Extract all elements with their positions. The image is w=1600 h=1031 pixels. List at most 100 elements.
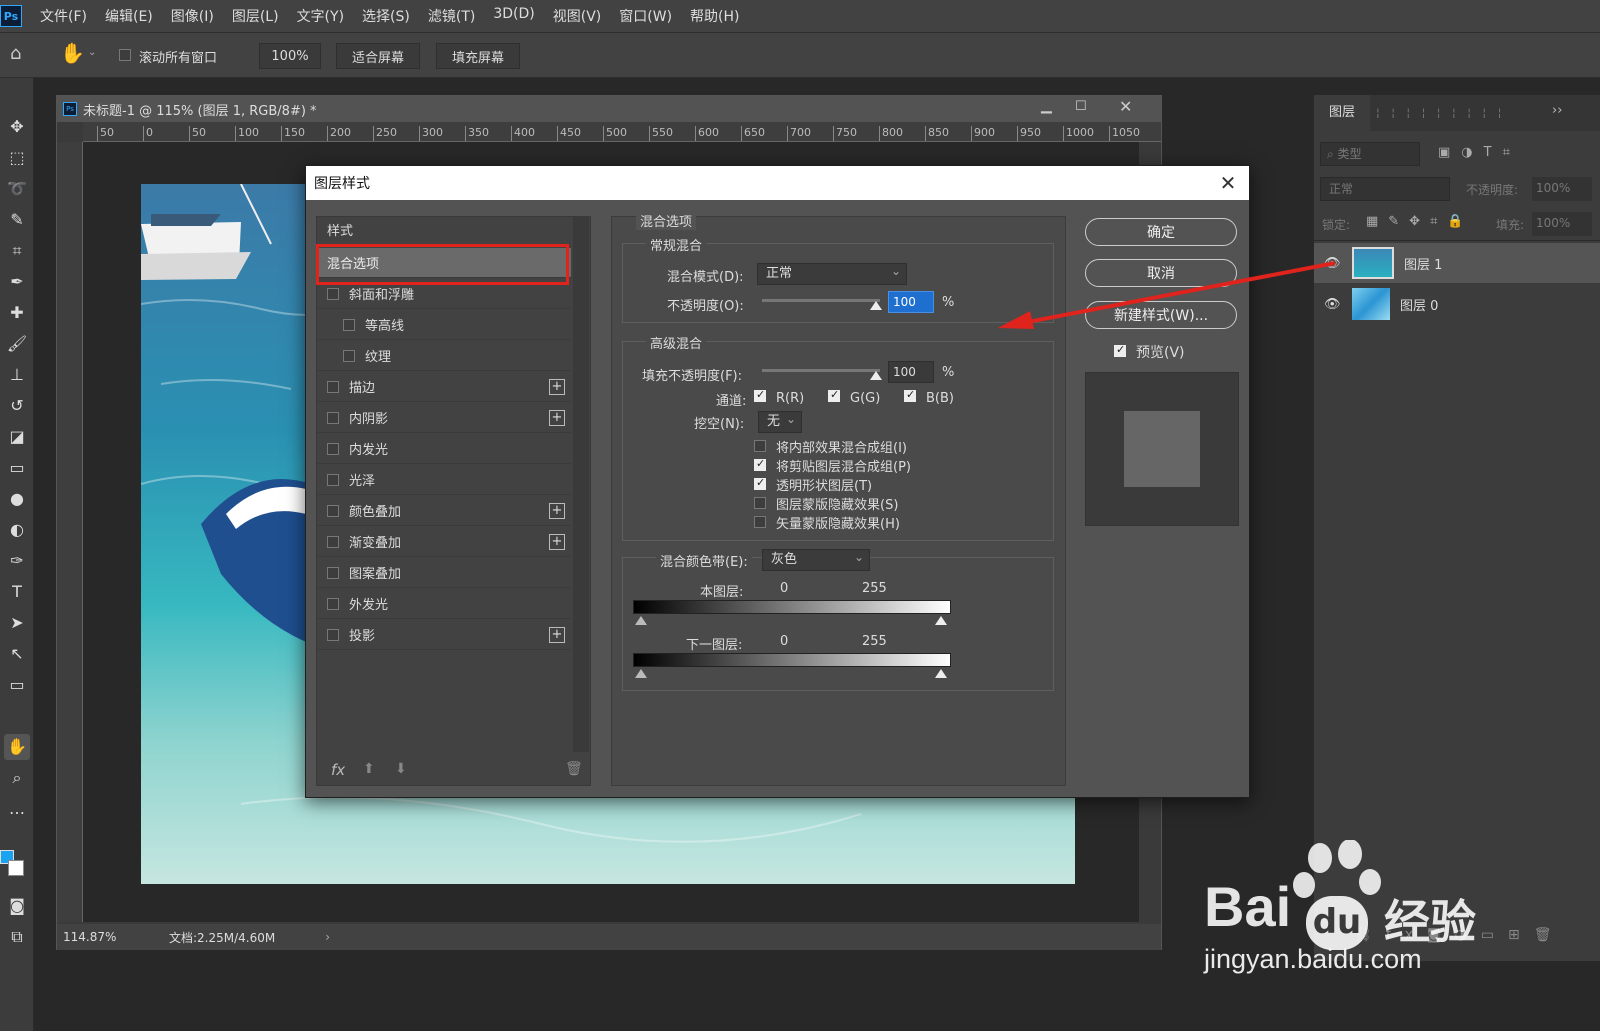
- scroll-all-checkbox[interactable]: [119, 49, 141, 65]
- advanced-option-checkbox[interactable]: 矢量蒙版隐藏效果(H): [754, 513, 900, 532]
- blur-tool-icon[interactable]: ●: [4, 486, 30, 512]
- layer-filter-icons[interactable]: ▣◑T⌗: [1438, 145, 1521, 160]
- more-tools-icon[interactable]: …: [4, 796, 30, 822]
- style-item[interactable]: 内阴影 +: [317, 403, 571, 433]
- hand-tool-icon[interactable]: ✋: [60, 41, 85, 65]
- style-checkbox[interactable]: [327, 380, 339, 393]
- eyedropper-tool-icon[interactable]: ✒: [4, 269, 30, 295]
- style-checkbox[interactable]: [343, 349, 355, 362]
- healing-tool-icon[interactable]: ✚: [4, 300, 30, 326]
- dodge-tool-icon[interactable]: ◐: [4, 517, 30, 543]
- menu-item[interactable]: 文件(F): [40, 6, 87, 26]
- fill-opacity-input[interactable]: 100: [888, 361, 934, 383]
- ok-button[interactable]: 确定: [1085, 218, 1237, 246]
- tab-layers[interactable]: 图层: [1314, 95, 1370, 131]
- status-zoom[interactable]: 114.87%: [63, 930, 163, 944]
- add-effect-icon[interactable]: +: [549, 533, 565, 550]
- menu-item[interactable]: 编辑(E): [105, 6, 153, 26]
- blend-mode-select[interactable]: 正常: [757, 261, 907, 285]
- layer-row-0[interactable]: 👁 图层 0: [1314, 284, 1600, 324]
- eraser-tool-icon[interactable]: ◪: [4, 424, 30, 450]
- zoom-tool-icon[interactable]: ⌕: [4, 765, 30, 791]
- background-color-swatch[interactable]: [8, 860, 24, 876]
- add-effect-icon[interactable]: +: [549, 409, 565, 426]
- style-item[interactable]: 渐变叠加 +: [317, 527, 571, 557]
- close-icon[interactable]: ✕: [1217, 172, 1239, 194]
- style-checkbox[interactable]: [327, 473, 339, 486]
- checkbox[interactable]: [754, 497, 766, 509]
- fx-button[interactable]: fx: [331, 761, 345, 779]
- style-item[interactable]: 颜色叠加 +: [317, 496, 571, 526]
- style-checkbox[interactable]: [327, 535, 339, 548]
- quick-mask-icon[interactable]: ◙: [4, 893, 30, 919]
- style-item[interactable]: 投影 +: [317, 620, 571, 650]
- style-checkbox[interactable]: [327, 566, 339, 579]
- add-effect-icon[interactable]: +: [549, 378, 565, 395]
- fill-opacity-slider-knob[interactable]: [870, 371, 882, 380]
- style-item[interactable]: 等高线: [317, 310, 571, 340]
- style-checkbox[interactable]: [327, 411, 339, 424]
- brush-tool-icon[interactable]: 🖌: [4, 331, 30, 357]
- type-tool-icon[interactable]: T: [4, 579, 30, 605]
- advanced-option-checkbox[interactable]: 图层蒙版隐藏效果(S): [754, 494, 898, 513]
- menu-item[interactable]: 窗口(W): [619, 6, 672, 26]
- channel-g-checkbox[interactable]: G(G): [828, 388, 880, 406]
- trash-icon[interactable]: 🗑: [565, 761, 583, 777]
- style-checkbox[interactable]: [327, 442, 339, 455]
- marquee-tool-icon[interactable]: ⬚: [4, 145, 30, 171]
- screen-mode-icon[interactable]: ⧉: [4, 924, 30, 950]
- path-select-tool-icon[interactable]: ➤: [4, 610, 30, 636]
- style-checkbox[interactable]: [327, 287, 339, 300]
- home-icon[interactable]: ⌂: [10, 43, 21, 64]
- add-effect-icon[interactable]: +: [549, 502, 565, 519]
- fit-screen-button[interactable]: 适合屏幕: [336, 43, 420, 69]
- clone-stamp-tool-icon[interactable]: ⊥: [4, 362, 30, 388]
- checkbox[interactable]: [754, 516, 766, 528]
- fill-screen-button[interactable]: 填充屏幕: [436, 43, 520, 69]
- checkbox[interactable]: [754, 440, 766, 452]
- panel-expand-icon[interactable]: ››: [1552, 103, 1562, 118]
- move-up-icon[interactable]: ⬆: [363, 761, 375, 777]
- menu-item[interactable]: 滤镜(T): [428, 6, 475, 26]
- layer-opacity-input[interactable]: 100%: [1532, 177, 1592, 201]
- style-checkbox[interactable]: [343, 318, 355, 331]
- menu-item[interactable]: 选择(S): [362, 6, 410, 26]
- advanced-option-checkbox[interactable]: 透明形状图层(T): [754, 475, 872, 494]
- quick-select-tool-icon[interactable]: ✎: [4, 207, 30, 233]
- hand-tool-icon[interactable]: ✋: [4, 734, 30, 760]
- close-icon[interactable]: ✕: [1119, 97, 1132, 116]
- menu-item[interactable]: 文字(Y): [297, 6, 344, 26]
- document-tab[interactable]: Ps 未标题-1 @ 115% (图层 1, RGB/8#) * ▁ ☐ ✕: [57, 96, 1161, 122]
- move-tool-icon[interactable]: ✥: [4, 114, 30, 140]
- channel-b-checkbox[interactable]: B(B): [904, 388, 954, 406]
- layer-filter-select[interactable]: ⌕ 类型: [1320, 142, 1420, 166]
- menu-item[interactable]: 帮助(H): [690, 6, 739, 26]
- style-item[interactable]: 描边 +: [317, 372, 571, 402]
- lasso-tool-icon[interactable]: ➰: [4, 176, 30, 202]
- style-checkbox[interactable]: [327, 628, 339, 641]
- menu-item[interactable]: 3D(D): [493, 6, 534, 26]
- checkbox[interactable]: [754, 476, 766, 490]
- maximize-icon[interactable]: ☐: [1075, 99, 1087, 114]
- advanced-option-checkbox[interactable]: 将剪贴图层混合成组(P): [754, 456, 911, 475]
- zoom-100-button[interactable]: 100%: [259, 43, 321, 69]
- layer-blend-select[interactable]: 正常: [1320, 177, 1450, 201]
- style-checkbox[interactable]: [327, 597, 339, 610]
- style-item[interactable]: 图案叠加: [317, 558, 571, 588]
- rectangle-tool-icon[interactable]: ▭: [4, 672, 30, 698]
- underlying-layer-white-handle[interactable]: [935, 669, 947, 678]
- gradient-tool-icon[interactable]: ▭: [4, 455, 30, 481]
- path-tool-icon[interactable]: ↖: [4, 641, 30, 667]
- add-effect-icon[interactable]: +: [549, 626, 565, 643]
- style-checkbox[interactable]: [327, 504, 339, 517]
- history-brush-tool-icon[interactable]: ↺: [4, 393, 30, 419]
- underlying-layer-black-handle[interactable]: [635, 669, 647, 678]
- menu-item[interactable]: 视图(V): [553, 6, 602, 26]
- blend-if-select[interactable]: 灰色: [762, 547, 870, 571]
- crop-tool-icon[interactable]: ⌗: [4, 238, 30, 264]
- checkbox[interactable]: [754, 457, 766, 471]
- layer-fill-input[interactable]: 100%: [1532, 212, 1592, 236]
- layer-row-1[interactable]: 👁 图层 1: [1314, 243, 1600, 283]
- style-item[interactable]: 纹理: [317, 341, 571, 371]
- style-item[interactable]: 外发光: [317, 589, 571, 619]
